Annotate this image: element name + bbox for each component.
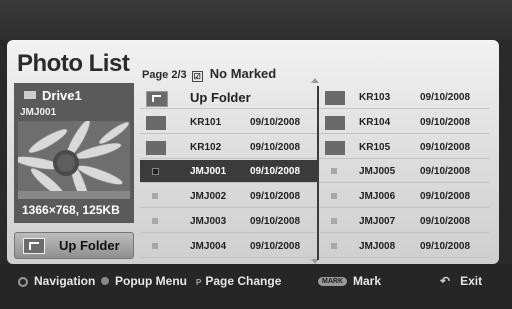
item-date: 09/10/2008 <box>420 240 471 252</box>
photo-item[interactable]: JMJ008 09/10/2008 <box>319 235 489 258</box>
navigation-label: Navigation <box>34 274 96 288</box>
item-name: KR103 <box>359 92 391 103</box>
page-info: Page 2/3 ☑ No Marked <box>142 66 276 82</box>
photo-item[interactable]: JMJ004 09/10/2008 <box>140 235 317 258</box>
page-change-label: Page Change <box>205 274 282 288</box>
folder-item[interactable]: KR101 09/10/2008 <box>140 111 317 134</box>
photo-thumbnail <box>18 121 130 199</box>
folder-icon <box>146 140 166 155</box>
photo-item[interactable]: JMJ006 09/10/2008 <box>319 185 489 209</box>
photo-item[interactable]: JMJ003 09/10/2008 <box>140 210 317 233</box>
footer-page-change[interactable]: P Page Change <box>196 274 281 288</box>
mark-checkbox-icon[interactable] <box>152 218 158 224</box>
popup-menu-label: Popup Menu <box>115 274 187 288</box>
item-name: KR101 <box>190 116 222 128</box>
mark-icon: MARK <box>318 277 347 286</box>
up-folder-icon <box>146 91 168 107</box>
photo-resolution: 1366×768, 125KB <box>22 203 120 217</box>
photo-item[interactable]: JMJ005 09/10/2008 <box>319 160 489 184</box>
footer-exit[interactable]: ↶ Exit <box>440 274 482 288</box>
file-grid: Up Folder KR101 09/10/2008 KR102 09/10/2008 J… <box>140 86 489 260</box>
column-divider <box>317 86 319 260</box>
item-name: JMJ002 <box>190 191 227 203</box>
footer-bar: Navigation Popup Menu P Page Change MARK M… <box>0 264 512 309</box>
page-indicator: Page 2/3 <box>142 69 187 81</box>
item-name: KR102 <box>190 141 222 153</box>
item-name: Up Folder <box>190 90 251 105</box>
up-folder-item[interactable]: Up Folder <box>140 86 317 109</box>
item-date: 09/10/2008 <box>420 166 471 178</box>
mark-checkbox-icon[interactable] <box>331 168 337 175</box>
preview-pane: Drive1 JMJ001 1366×768, 125KB <box>14 83 134 223</box>
item-date: 09/10/2008 <box>250 240 301 252</box>
up-folder-button[interactable]: Up Folder <box>14 232 134 259</box>
top-bar <box>0 0 512 40</box>
popup-menu-icon <box>101 277 109 285</box>
item-date: 09/10/2008 <box>250 166 301 178</box>
item-name: KR105 <box>359 141 391 153</box>
footer-navigation[interactable]: Navigation <box>18 274 95 288</box>
folder-icon <box>146 115 166 130</box>
navigation-icon <box>18 277 28 287</box>
folder-item[interactable]: KR103 09/10/2008 <box>319 86 489 109</box>
mark-checkbox-icon[interactable] <box>331 242 337 249</box>
item-date: 09/10/2008 <box>250 216 301 227</box>
item-name: JMJ008 <box>359 240 396 252</box>
item-date: 09/10/2008 <box>420 216 471 227</box>
item-date: 09/10/2008 <box>250 141 301 153</box>
drive-label: Drive1 <box>24 88 82 103</box>
footer-popup-menu[interactable]: Popup Menu <box>101 274 187 288</box>
item-name: JMJ001 <box>190 166 227 178</box>
item-name: KR104 <box>359 116 391 128</box>
mark-status: No Marked <box>209 66 277 81</box>
checkbox-icon: ☑ <box>191 71 203 82</box>
scroll-up-arrow-icon[interactable] <box>311 78 319 83</box>
mark-checkbox-icon[interactable] <box>331 218 337 224</box>
item-name: JMJ004 <box>190 240 227 252</box>
folder-icon <box>325 91 345 105</box>
folder-item[interactable]: KR105 09/10/2008 <box>319 136 489 159</box>
page-title: Photo List <box>17 50 130 77</box>
drive-icon <box>24 91 36 99</box>
footer-mark[interactable]: MARK Mark <box>318 274 381 288</box>
photo-list-panel: Photo List Page 2/3 ☑ No Marked Drive1 J… <box>7 40 499 264</box>
folder-icon <box>325 115 345 130</box>
item-date: 09/10/2008 <box>420 141 471 153</box>
folder-item[interactable]: KR104 09/10/2008 <box>319 111 489 134</box>
drive-name: Drive1 <box>42 88 82 103</box>
mark-checkbox-icon[interactable] <box>152 168 159 176</box>
item-date: 09/10/2008 <box>250 191 301 203</box>
item-name: JMJ005 <box>359 166 396 178</box>
exit-icon: ↶ <box>440 274 451 288</box>
preview-filename: JMJ001 <box>20 107 57 118</box>
up-folder-icon <box>23 238 45 254</box>
exit-label: Exit <box>460 274 483 288</box>
item-name: JMJ003 <box>190 216 227 227</box>
up-folder-button-label: Up Folder <box>59 238 120 253</box>
mark-checkbox-icon[interactable] <box>331 193 337 200</box>
photo-item[interactable]: JMJ007 09/10/2008 <box>319 210 489 233</box>
photo-item[interactable]: JMJ002 09/10/2008 <box>140 185 317 209</box>
page-change-icon: P <box>196 278 202 287</box>
item-date: 09/10/2008 <box>250 116 301 128</box>
folder-icon <box>325 140 345 155</box>
item-name: JMJ006 <box>359 191 396 203</box>
photo-item[interactable]: JMJ001 09/10/2008 <box>140 160 317 184</box>
item-date: 09/10/2008 <box>420 92 471 103</box>
item-date: 09/10/2008 <box>420 116 471 128</box>
mark-label: Mark <box>353 274 382 288</box>
folder-item[interactable]: KR102 09/10/2008 <box>140 136 317 159</box>
mark-checkbox-icon[interactable] <box>152 242 158 249</box>
item-name: JMJ007 <box>359 216 396 227</box>
mark-checkbox-icon[interactable] <box>152 193 158 200</box>
item-date: 09/10/2008 <box>420 191 471 203</box>
